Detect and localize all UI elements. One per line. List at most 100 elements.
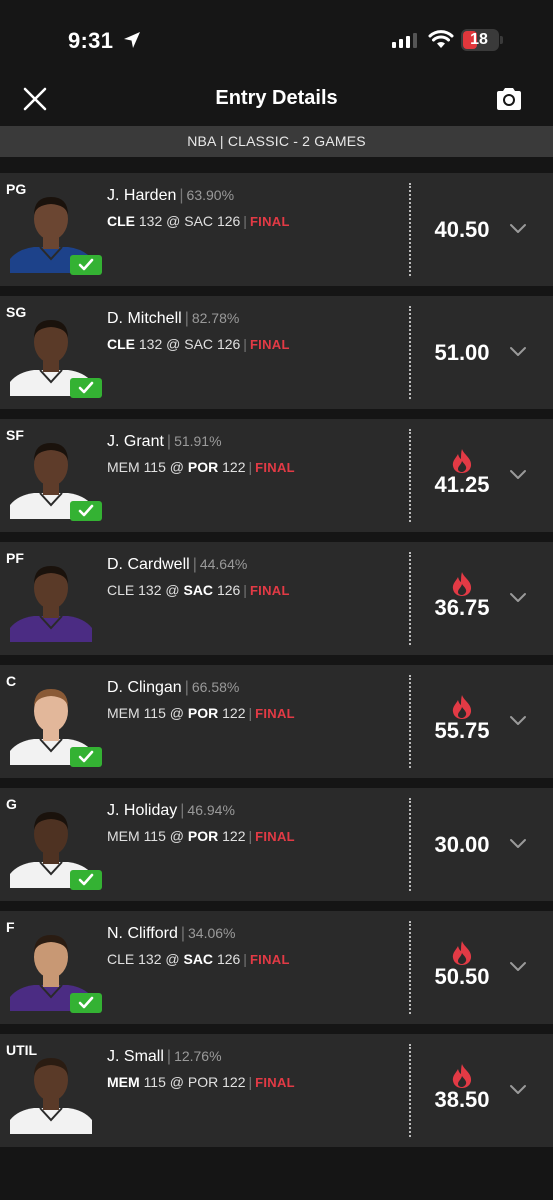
player-card[interactable]: PG J. Harden | 63.90% CLE 132 @ SAC 126 | FINA… [0, 173, 553, 286]
player-photo [10, 1058, 92, 1134]
home-team: POR [187, 828, 219, 844]
home-team: SAC [184, 336, 214, 352]
player-card[interactable]: C D. Clingan | 66.58% MEM 115 @ POR 122 | FINA… [0, 665, 553, 778]
chevron-down-icon[interactable] [509, 592, 527, 604]
away-score: 132 [138, 336, 163, 352]
home-team: POR [187, 459, 219, 475]
at-symbol: @ [165, 582, 180, 598]
away-score: 115 [143, 1074, 166, 1090]
lineup-list: PG J. Harden | 63.90% CLE 132 @ SAC 126 | FINA… [0, 173, 553, 1157]
player-card[interactable]: PF D. Cardwell | 44.64% CLE 132 @ SAC 126 | FI… [0, 542, 553, 655]
game-status: FINAL [249, 337, 290, 352]
chevron-down-icon[interactable] [509, 715, 527, 727]
ownership-percent: 34.06% [188, 925, 236, 941]
away-team: CLE [107, 336, 135, 352]
fantasy-points: 36.75 [434, 595, 490, 620]
home-team: SAC [184, 213, 214, 229]
player-name-line: D. Clingan | 66.58% [107, 679, 240, 696]
game-info: MEM 115 @ POR 122 | FINAL [107, 705, 295, 721]
status-bar: 9:31 18 [0, 0, 553, 76]
game-status: FINAL [255, 829, 295, 844]
home-team: POR [187, 705, 219, 721]
checkmark-icon [70, 255, 102, 275]
chevron-down-icon[interactable] [509, 838, 527, 850]
chevron-down-icon[interactable] [509, 469, 527, 481]
away-team: MEM [107, 828, 140, 844]
game-status: FINAL [249, 583, 290, 598]
divider [409, 1044, 411, 1137]
away-team: MEM [107, 1074, 140, 1090]
game-info: MEM 115 @ POR 122 | FINAL [107, 459, 295, 475]
checkmark-icon [70, 378, 102, 398]
fantasy-points: 55.75 [434, 718, 490, 743]
away-score: 132 [138, 951, 162, 967]
at-symbol: @ [166, 336, 181, 352]
divider [409, 921, 411, 1014]
divider [409, 183, 411, 276]
player-name: D. Mitchell [107, 310, 182, 327]
home-team: SAC [183, 582, 214, 598]
player-photo [10, 566, 92, 642]
player-name: D. Cardwell [107, 556, 190, 573]
player-name: J. Harden [107, 187, 177, 204]
fantasy-points: 51.00 [434, 340, 490, 365]
game-info: CLE 132 @ SAC 126 | FINAL [107, 336, 290, 352]
away-score: 115 [143, 705, 166, 721]
away-team: CLE [107, 582, 135, 598]
ownership-percent: 46.94% [187, 802, 235, 818]
checkmark-icon [70, 747, 102, 767]
player-card[interactable]: SF J. Grant | 51.91% MEM 115 @ POR 122 | FINAL… [0, 419, 553, 532]
player-name-line: N. Clifford | 34.06% [107, 925, 236, 942]
at-symbol: @ [169, 828, 184, 844]
ownership-percent: 51.91% [174, 433, 222, 449]
home-score: 126 [216, 951, 241, 967]
player-name-line: J. Holiday | 46.94% [107, 802, 235, 819]
location-arrow-icon [124, 32, 140, 48]
nav-header: Entry Details [0, 76, 553, 126]
ownership-percent: 82.78% [191, 310, 240, 326]
contest-info-bar: NBA | CLASSIC - 2 GAMES [0, 126, 553, 157]
fantasy-points: 50.50 [434, 964, 490, 989]
ownership-percent: 44.64% [199, 556, 248, 572]
divider [409, 306, 411, 399]
fantasy-points: 41.25 [434, 472, 490, 497]
player-card[interactable]: UTIL J. Small | 12.76% MEM 115 @ POR 122 | FIN… [0, 1034, 553, 1147]
fire-icon [452, 941, 472, 965]
game-status: FINAL [249, 952, 290, 967]
away-score: 132 [138, 213, 163, 229]
game-info: CLE 132 @ SAC 126 | FINAL [107, 951, 290, 967]
game-info: MEM 115 @ POR 122 | FINAL [107, 1074, 295, 1090]
at-symbol: @ [165, 951, 180, 967]
away-team: MEM [107, 459, 140, 475]
camera-icon[interactable] [495, 86, 523, 112]
home-score: 122 [222, 1074, 246, 1090]
away-score: 115 [143, 459, 166, 475]
home-team: SAC [183, 951, 214, 967]
at-symbol: @ [169, 459, 184, 475]
divider [409, 552, 411, 645]
game-status: FINAL [255, 1075, 295, 1090]
player-card[interactable]: F N. Clifford | 34.06% CLE 132 @ SAC 126 | FIN… [0, 911, 553, 1024]
status-time: 9:31 [68, 28, 114, 53]
chevron-down-icon[interactable] [509, 1084, 527, 1096]
player-card[interactable]: SG D. Mitchell | 82.78% CLE 132 @ SAC 126 | FI… [0, 296, 553, 409]
checkmark-icon [70, 501, 102, 521]
away-score: 115 [143, 828, 166, 844]
game-status: FINAL [255, 706, 295, 721]
home-score: 122 [222, 828, 246, 844]
chevron-down-icon[interactable] [509, 346, 527, 358]
checkmark-icon [70, 870, 102, 890]
player-name-line: J. Harden | 63.90% [107, 187, 235, 204]
game-info: CLE 132 @ SAC 126 | FINAL [107, 582, 290, 598]
player-name-line: D. Cardwell | 44.64% [107, 556, 248, 573]
player-card[interactable]: G J. Holiday | 46.94% MEM 115 @ POR 122 | FINA… [0, 788, 553, 901]
chevron-down-icon[interactable] [509, 223, 527, 235]
player-name: J. Holiday [107, 802, 178, 819]
home-score: 126 [216, 582, 241, 598]
home-score: 126 [216, 213, 241, 229]
chevron-down-icon[interactable] [509, 961, 527, 973]
away-team: CLE [107, 951, 135, 967]
divider [409, 675, 411, 768]
game-status: FINAL [255, 460, 295, 475]
divider [409, 429, 411, 522]
